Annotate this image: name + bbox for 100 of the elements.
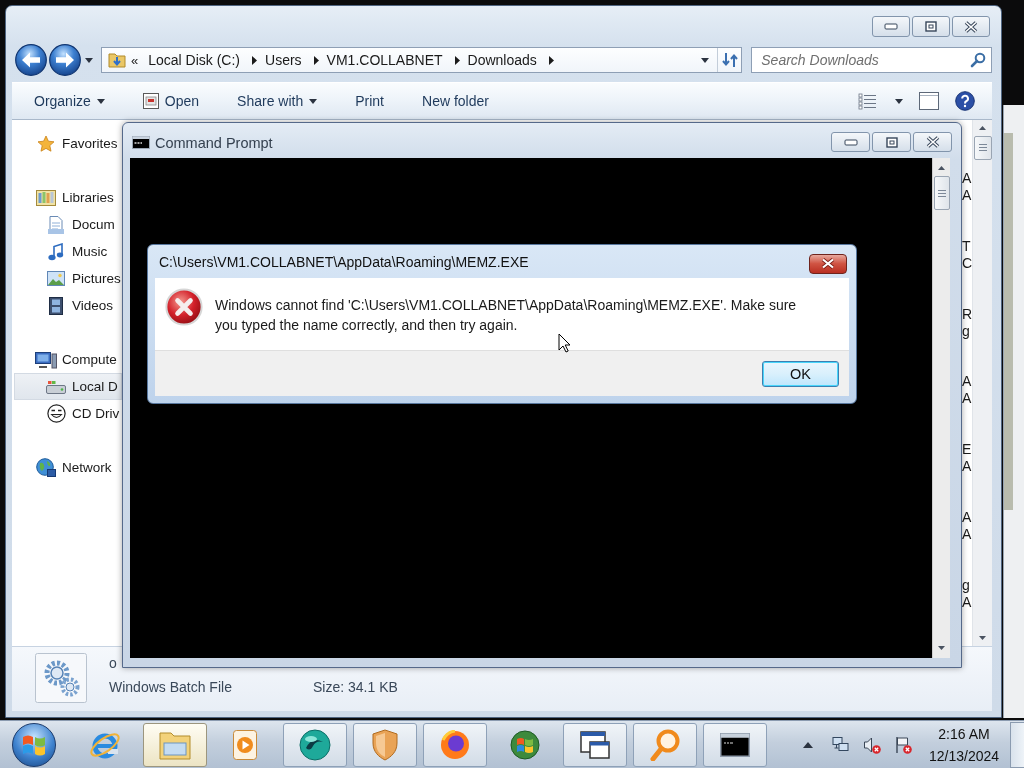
caret-icon xyxy=(309,98,318,104)
close-icon xyxy=(925,136,940,148)
network-icon xyxy=(36,458,56,477)
show-desktop-button[interactable] xyxy=(1010,721,1024,768)
scroll-down-icon[interactable] xyxy=(979,636,986,640)
maximize-button[interactable] xyxy=(912,16,950,37)
maximize-icon xyxy=(925,21,937,32)
file-name-fragment: A xyxy=(962,509,972,526)
file-name-fragment: E xyxy=(962,441,972,459)
file-detail-fragment: A xyxy=(962,458,972,476)
maximize-button[interactable] xyxy=(872,132,911,152)
flag-orb-icon xyxy=(510,729,540,760)
shield-icon xyxy=(372,728,398,761)
toolbar-button[interactable]: Open xyxy=(132,86,210,116)
file-detail-fragment: A xyxy=(962,390,972,408)
toolbar-button[interactable]: Print xyxy=(345,86,394,116)
nav-item[interactable]: Compute xyxy=(14,346,122,373)
speaker-icon[interactable] xyxy=(863,735,881,754)
start-button[interactable] xyxy=(11,722,56,767)
address-bar[interactable]: « Local Disk (C:) Users VM1.COLLABNET Downloads xyxy=(101,47,743,73)
film-icon xyxy=(49,296,63,315)
nav-item[interactable]: Pictures xyxy=(14,265,122,292)
breadcrumb-item[interactable]: Local Disk (C:) xyxy=(148,52,241,68)
close-button[interactable] xyxy=(809,253,847,274)
flag-icon[interactable] xyxy=(894,735,912,754)
taskbar-button[interactable] xyxy=(703,722,767,767)
nav-item[interactable]: Libraries xyxy=(14,184,122,211)
nav-item[interactable]: CD Driv xyxy=(14,400,122,427)
minimize-button[interactable] xyxy=(831,132,870,152)
chevron-icon[interactable] xyxy=(313,55,319,65)
nav-item[interactable]: Network xyxy=(14,454,122,481)
help-icon xyxy=(955,91,975,111)
window-title: Command Prompt xyxy=(155,134,273,152)
document-icon xyxy=(48,215,64,234)
close-button[interactable] xyxy=(913,132,952,152)
toolbar-button[interactable]: Share with xyxy=(227,86,328,116)
chevron-icon[interactable] xyxy=(548,55,554,65)
scrollbar-thumb[interactable] xyxy=(933,176,950,210)
breadcrumb-item[interactable]: Downloads xyxy=(467,52,537,68)
caret-up-icon[interactable] xyxy=(803,741,813,748)
console-icon xyxy=(132,136,150,149)
windows-icon xyxy=(580,730,610,759)
file-name-fragment: g xyxy=(962,576,971,594)
toolbar-button[interactable]: New folder xyxy=(412,86,499,116)
file-name-fragment: A xyxy=(962,373,972,391)
gears-icon xyxy=(35,653,87,703)
caret-icon xyxy=(96,98,105,104)
scrollbar-track[interactable] xyxy=(972,120,992,646)
close-button[interactable] xyxy=(952,16,990,37)
network-icon[interactable] xyxy=(832,735,850,754)
close-icon xyxy=(821,258,835,269)
search-field[interactable]: Search Downloads xyxy=(751,47,992,73)
face-icon xyxy=(46,404,66,423)
caret-icon xyxy=(895,98,903,104)
nav-item[interactable]: Local D xyxy=(14,373,122,400)
scrollbar-thumb[interactable] xyxy=(973,136,992,160)
breadcrumb-item[interactable]: Users xyxy=(265,52,302,68)
file-name-fragment: T xyxy=(962,237,972,255)
scrollbar-track[interactable] xyxy=(932,158,950,658)
details-view-icon xyxy=(858,92,877,110)
forward-icon[interactable] xyxy=(49,44,81,76)
caret-icon[interactable] xyxy=(85,57,93,63)
folder-icon xyxy=(108,52,126,68)
file-name: o xyxy=(109,655,117,672)
caret-icon[interactable] xyxy=(701,57,710,63)
taskbar-button[interactable] xyxy=(563,722,627,767)
breadcrumb-overflow[interactable]: « xyxy=(131,52,139,68)
scroll-up-icon[interactable] xyxy=(938,166,945,170)
picture-icon xyxy=(47,271,65,286)
file-detail-fragment: A xyxy=(962,526,972,543)
scroll-up-icon[interactable] xyxy=(979,126,986,130)
folder-icon xyxy=(158,729,192,760)
error-message: Windows cannot find 'C:\Users\VM1.COLLABNET\AppData\Roaming\MEMZ.EXE'. Make sure you typed the name correctly, and then try again. xyxy=(215,296,798,335)
file-detail-fragment: A xyxy=(962,593,972,611)
minimize-button[interactable] xyxy=(872,16,910,37)
chevron-icon[interactable] xyxy=(454,55,460,65)
minimize-icon xyxy=(884,23,898,30)
file-type: Windows Batch File xyxy=(109,679,233,696)
dialog-button[interactable]: OK xyxy=(762,360,839,387)
toolbar-button[interactable]: Organize xyxy=(24,86,115,116)
nav-item[interactable]: Docum xyxy=(14,211,122,238)
clock-button[interactable]: 2:16 AM 12/13/2024 xyxy=(922,721,1006,768)
nav-item[interactable]: Music xyxy=(14,238,122,265)
music-note-icon xyxy=(48,242,64,261)
computer-icon xyxy=(35,350,57,369)
app-icon xyxy=(142,93,159,109)
back-icon[interactable] xyxy=(15,44,47,76)
magnifier-icon xyxy=(650,728,680,761)
nav-item[interactable]: Favorites xyxy=(14,130,122,157)
breadcrumb-item[interactable]: VM1.COLLABNET xyxy=(326,52,443,68)
play-icon xyxy=(233,729,257,760)
drive-icon xyxy=(46,379,66,394)
nav-item[interactable]: Videos xyxy=(14,292,122,319)
dialog-title: C:\Users\VM1.COLLABNET\AppData\Roaming\MEMZ.EXE xyxy=(159,253,529,270)
close-icon xyxy=(964,20,978,33)
search-icon[interactable] xyxy=(970,52,986,68)
chevron-icon[interactable] xyxy=(252,55,258,65)
taskbar-button[interactable] xyxy=(423,722,487,767)
file-detail-fragment: A xyxy=(962,187,972,204)
maximize-icon xyxy=(885,136,898,148)
